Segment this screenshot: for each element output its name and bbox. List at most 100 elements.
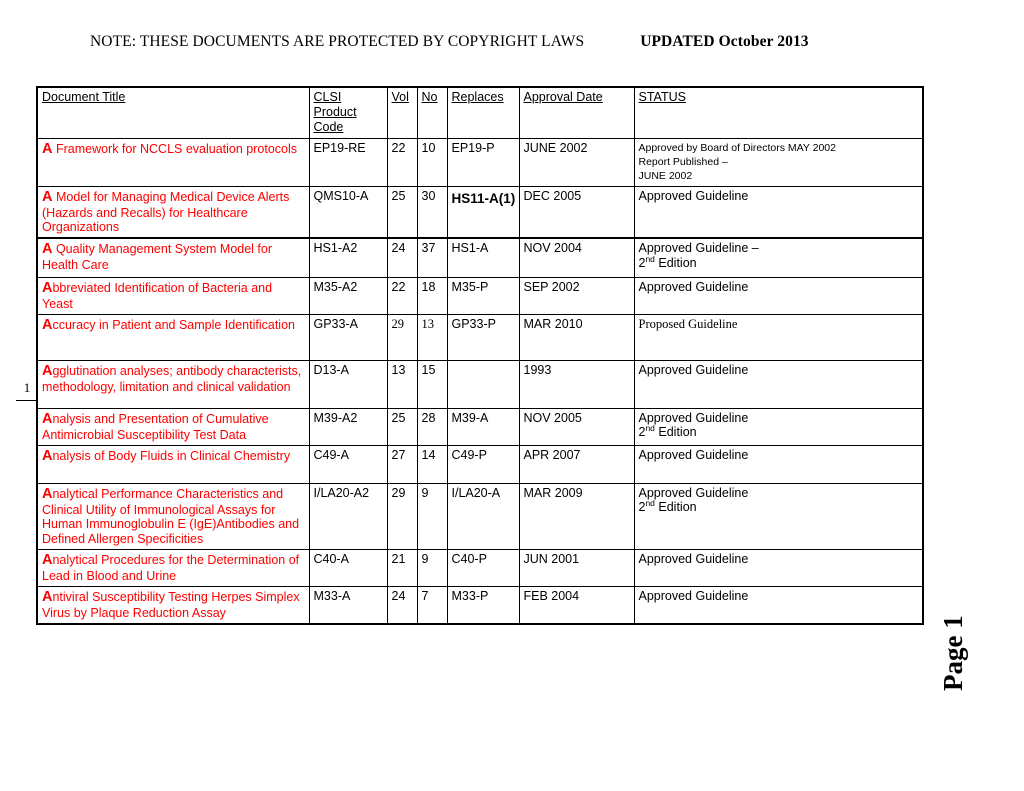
title-initial-letter: A [42,279,53,296]
table-row: Analysis and Presentation of Cumulative … [36,407,924,446]
column-header-approval-date-label: Approval Date [523,90,603,104]
status-line: Approved Guideline [638,410,749,425]
cell-vol: 25 [386,185,418,239]
cell-status: Approved Guideline 2nd Edition [633,482,924,550]
cell-document-title: Analysis and Presentation of Cumulative … [36,407,310,446]
cell-replaces: M35-P [446,276,520,315]
cell-clsi-product-code: EP19-RE [308,138,388,187]
cell-document-title: Analytical Performance Characteristics a… [36,482,310,550]
table-row: A Quality Management System Model for He… [36,237,924,278]
column-header-replaces-label: Replaces [451,90,504,104]
cell-clsi-product-code: I/LA20-A2 [308,482,388,550]
column-header-status-label: STATUS [638,90,686,104]
status-edition-line: 2nd Edition [639,424,920,440]
cell-replaces: C40-P [446,548,520,587]
title-text: nalytical Procedures for the Determinati… [42,552,300,584]
title-initial-letter: A [42,241,53,258]
title-text: Framework for NCCLS evaluation protocols [52,142,298,156]
cell-vol: 21 [386,548,418,587]
copyright-note-line: NOTE: THESE DOCUMENTS ARE PROTECTED BY C… [90,33,970,51]
table-header: Document Title CLSI Product Code Vol No … [36,86,924,139]
cell-status: Approved Guideline [633,585,924,625]
cell-approval-date: SEP 2002 [518,276,635,315]
cell-replaces: C49-P [446,444,520,484]
title-initial-letter: A [42,141,53,157]
cell-no: 28 [416,407,448,446]
title-text: nalysis of Body Fluids in Clinical Chemi… [52,448,291,463]
status-line: Approved Guideline [638,588,749,603]
cell-vol: 22 [386,276,418,315]
edition-word: Edition [654,500,697,515]
cell-document-title: Analysis of Body Fluids in Clinical Chem… [36,444,310,484]
table-row: Abbreviated Identification of Bacteria a… [36,276,924,315]
table-row: A Model for Managing Medical Device Aler… [36,185,924,239]
cell-document-title: Analytical Procedures for the Determinat… [36,548,310,587]
cell-no: 13 [416,313,448,361]
cell-no: 9 [416,482,448,550]
cell-document-title: Agglutination analyses; antibody charact… [36,359,310,409]
cell-no: 10 [416,138,448,187]
table-header-row: Document Title CLSI Product Code Vol No … [36,86,924,139]
column-header-status: STATUS [633,86,924,139]
cell-document-title: Abbreviated Identification of Bacteria a… [36,276,310,315]
updated-date-label: UPDATED October 2013 [640,33,809,50]
table-row: Analytical Procedures for the Determinat… [36,548,924,587]
table-body: A Framework for NCCLS evaluation protoco… [36,138,924,625]
cell-clsi-product-code: M35-A2 [308,276,388,315]
cell-no: 37 [416,237,448,278]
cell-status: Approved Guideline –2nd Edition [633,237,924,278]
cell-replaces: HS11-A(1) [446,185,520,239]
status-line: JUNE 2002 [638,169,693,182]
cell-status: Approved Guideline 2nd Edition [633,407,924,446]
cell-no: 30 [416,185,448,239]
cell-no: 18 [416,276,448,315]
column-header-document-title-label: Document Title [42,90,126,104]
cell-replaces: EP19-P [446,138,520,187]
cell-document-title: Antiviral Susceptibility Testing Herpes … [36,585,310,625]
status-line: Approved Guideline [638,362,749,377]
table-row: Antiviral Susceptibility Testing Herpes … [36,585,924,625]
cell-clsi-product-code: C40-A [308,548,388,587]
cell-replaces: M33-P [446,585,520,625]
status-line: Approved Guideline [638,279,749,294]
title-text: nalytical Performance Characteristics an… [42,486,300,547]
cell-approval-date: MAR 2010 [518,313,635,361]
column-header-replaces: Replaces [446,86,520,139]
table-row: Accuracy in Patient and Sample Identific… [36,313,924,361]
cell-status: Approved Guideline [633,276,924,315]
title-initial-letter: A [42,362,53,379]
cell-document-title: A Model for Managing Medical Device Aler… [36,185,310,239]
cell-clsi-product-code: C49-A [308,444,388,484]
title-text: gglutination analyses; antibody characte… [42,363,302,394]
table-row: Analytical Performance Characteristics a… [36,482,924,550]
cell-clsi-product-code: M39-A2 [308,407,388,446]
status-line: Approved Guideline [638,188,749,203]
cell-clsi-product-code: HS1-A2 [308,237,388,278]
cell-vol: 25 [386,407,418,446]
cell-status: Approved Guideline [633,444,924,484]
edition-word: Edition [654,425,697,440]
title-initial-letter: A [42,551,53,568]
cell-replaces: M39-A [446,407,520,446]
title-text: Model for Managing Medical Device Alerts… [42,189,290,235]
cell-status: Approved Guideline [633,359,924,409]
status-line: Approved by Board of Directors MAY 2002 [638,142,836,154]
edition-ordinal-suffix: nd [645,498,655,509]
title-initial-letter: A [42,188,53,205]
column-header-clsi-line1: CLSI [313,90,342,104]
title-initial-letter: A [42,410,53,427]
cell-approval-date: JUNE 2002 [518,138,635,187]
cell-status: Approved Guideline [633,548,924,587]
cell-vol: 13 [386,359,418,409]
title-initial-letter: A [42,588,53,605]
edition-word: Edition [654,255,697,270]
status-line: Approved Guideline [638,447,749,462]
cell-approval-date: JUN 2001 [518,548,635,587]
column-header-approval-date: Approval Date [518,86,635,139]
column-header-vol-label: Vol [391,90,409,104]
cell-approval-date: APR 2007 [518,444,635,484]
cell-approval-date: NOV 2004 [518,237,635,278]
status-edition-line: 2nd Edition [639,498,920,515]
cell-document-title: Accuracy in Patient and Sample Identific… [36,313,310,361]
status-edition-line: 2nd Edition [639,255,920,271]
